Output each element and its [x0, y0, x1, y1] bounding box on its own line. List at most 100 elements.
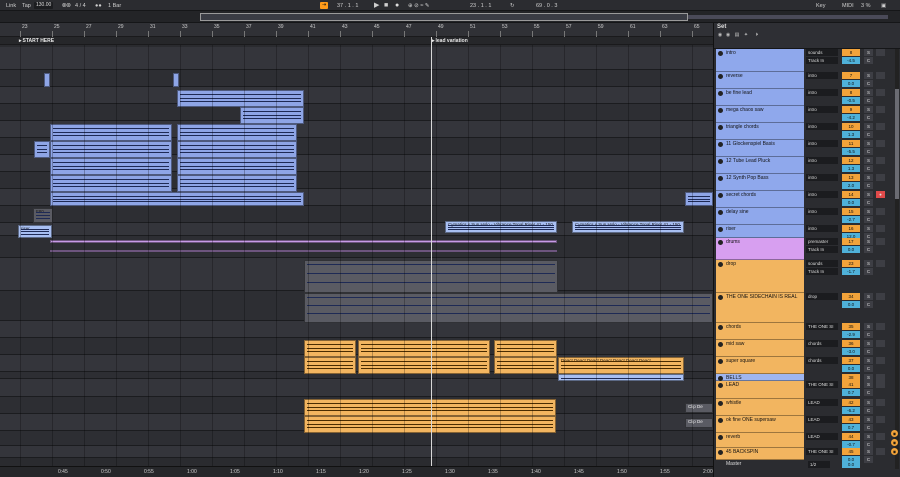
track-row[interactable]: chords THE ONE SI 35 -2.9 S C [716, 323, 893, 340]
track-name-header[interactable]: drums [716, 238, 804, 260]
arm-button[interactable] [876, 238, 885, 245]
track-row[interactable]: mid saw chords 36 -3.0 S C [716, 340, 893, 357]
track-activator[interactable]: 12 [842, 157, 860, 164]
track-row[interactable]: delay sine intro 15 -2.7 S C [716, 208, 893, 225]
arrangement-overview[interactable] [0, 11, 900, 23]
track-volume[interactable]: -2.7 [842, 216, 860, 223]
arrangement-clip[interactable] [50, 158, 172, 175]
arrangement-clip[interactable] [358, 340, 490, 357]
solo-button[interactable]: S [864, 140, 873, 147]
track-row[interactable]: drop sounds Track In 23 -1.7 S C [716, 260, 893, 293]
track-input-routing[interactable]: intro [806, 123, 838, 130]
arrangement-clip[interactable] [34, 141, 50, 158]
fold-toggle-icon[interactable] [718, 450, 723, 455]
solo-button[interactable]: S [864, 323, 873, 330]
track-input-routing[interactable]: intro [806, 225, 838, 232]
arm-button[interactable] [876, 225, 885, 232]
track-input-routing[interactable]: chords [806, 357, 838, 364]
arm-button[interactable] [876, 340, 885, 347]
track-activator[interactable]: 16 [842, 225, 860, 232]
solo-button[interactable]: S [864, 374, 873, 381]
arm-button[interactable] [876, 106, 885, 113]
track-activator[interactable]: 9 [842, 106, 860, 113]
track-name-header[interactable]: 12 Synth Pop Bass [716, 174, 804, 191]
track-activator[interactable]: 11 [842, 140, 860, 147]
fold-toggle-icon[interactable] [718, 435, 723, 440]
track-lane[interactable] [0, 47, 713, 70]
midi-map-button[interactable]: MIDI [842, 2, 854, 10]
track-volume[interactable]: 1.3 [842, 131, 860, 138]
arrangement-clip[interactable]: Clip De [685, 418, 713, 428]
arrangement-clip[interactable] [50, 192, 304, 206]
master-volume[interactable]: 0.0 [842, 461, 860, 468]
metronome-icon[interactable]: ⦾⦾ [62, 2, 71, 10]
track-input-channel[interactable]: Track In [806, 246, 838, 253]
arm-button[interactable] [876, 89, 885, 96]
track-row[interactable]: riser intro 16 12.0 S C [716, 225, 893, 240]
arm-button[interactable] [876, 174, 885, 181]
track-input-routing[interactable]: THE ONE SI [806, 448, 838, 455]
track-row[interactable]: 12 Tube Lead Pluck intro 12 1.3 S C [716, 157, 893, 174]
arm-button[interactable] [876, 448, 885, 455]
arrangement-clip[interactable]: Cymatics x Sun Holo - Vibrance Tonal Ris… [445, 221, 557, 233]
track-row[interactable]: reverb LEAD 44 -0.7 S C [716, 433, 893, 448]
arm-button[interactable] [876, 260, 885, 267]
track-volume[interactable]: 0.0 [842, 80, 860, 87]
track-input-channel[interactable]: Track In [806, 57, 838, 64]
fold-toggle-icon[interactable] [718, 142, 723, 147]
arrangement-clip[interactable]: riser [18, 225, 52, 238]
arrangement-clip[interactable] [50, 240, 557, 243]
arm-button[interactable] [876, 381, 885, 388]
crossfade-button[interactable]: C [864, 268, 873, 275]
crossfade-button[interactable]: C [864, 97, 873, 104]
stop-icon[interactable]: ■ [384, 2, 388, 10]
arrangement-view[interactable]: 23 25 27 29 31 33 35 37 39 41 43 45 47 49 51 53 55 57 59 61… [0, 23, 713, 466]
crossfade-button[interactable]: C [864, 182, 873, 189]
arm-button[interactable] [876, 140, 885, 147]
fold-toggle-icon[interactable] [718, 210, 723, 215]
track-name-header[interactable]: be fine lead [716, 89, 804, 106]
track-volume[interactable]: 0.7 [842, 424, 860, 431]
fold-toggle-icon[interactable] [718, 51, 723, 56]
fold-toggle-icon[interactable] [718, 193, 723, 198]
fold-toggle-icon[interactable] [718, 240, 723, 245]
crossfade-button[interactable]: C [864, 148, 873, 155]
solo-button[interactable]: S [864, 157, 873, 164]
quantize-menu[interactable]: 1 Bar [108, 2, 121, 10]
track-row[interactable]: mega chaos saw intro 9 -4.2 S C [716, 106, 893, 123]
solo-button[interactable]: S [864, 72, 873, 79]
solo-button[interactable]: S [864, 357, 873, 364]
track-activator[interactable]: 7 [842, 72, 860, 79]
crossfade-button[interactable]: C [864, 331, 873, 338]
track-volume[interactable]: -0.5 [842, 97, 860, 104]
track-name-header[interactable]: riser [716, 225, 804, 238]
arrangement-clip[interactable] [304, 357, 356, 374]
detail-toggle-icon[interactable]: ◉ [891, 439, 898, 446]
track-input-routing[interactable]: intro [806, 157, 838, 164]
panel-scrollbar[interactable] [895, 49, 899, 469]
track-volume[interactable]: 0.7 [842, 389, 860, 396]
arrangement-clip[interactable]: Deact Deact Deact Deact Deact Deact Deac… [558, 357, 684, 374]
track-lane[interactable] [0, 321, 713, 338]
arm-button[interactable] [876, 123, 885, 130]
track-activator[interactable]: 14 [842, 191, 860, 198]
track-row[interactable]: super square chords 37 0.0 S C [716, 357, 893, 374]
track-input-routing[interactable]: intro [806, 174, 838, 181]
track-row[interactable]: be fine lead intro 8 -0.5 S C [716, 89, 893, 106]
play-icon[interactable]: ▶ [374, 2, 379, 10]
solo-button[interactable]: S [864, 174, 873, 181]
track-name-header[interactable]: secret chords [716, 191, 804, 208]
crossfade-button[interactable]: C [864, 131, 873, 138]
fold-toggle-icon[interactable] [718, 418, 723, 423]
loop-toggle-icon[interactable]: ↻ [510, 2, 515, 10]
arrangement-clip[interactable] [177, 141, 297, 158]
fold-all-icon[interactable]: ◉ [717, 32, 723, 38]
fold-toggle-icon[interactable] [718, 262, 723, 267]
crossfade-button[interactable]: C [864, 165, 873, 172]
track-input-routing[interactable]: THE ONE SI [806, 381, 838, 388]
arrangement-clip[interactable] [177, 158, 297, 175]
track-activator[interactable]: 41 [842, 381, 860, 388]
track-volume[interactable]: 2.0 [842, 182, 860, 189]
solo-button[interactable]: S [864, 260, 873, 267]
crossfade-button[interactable]: C [864, 246, 873, 253]
